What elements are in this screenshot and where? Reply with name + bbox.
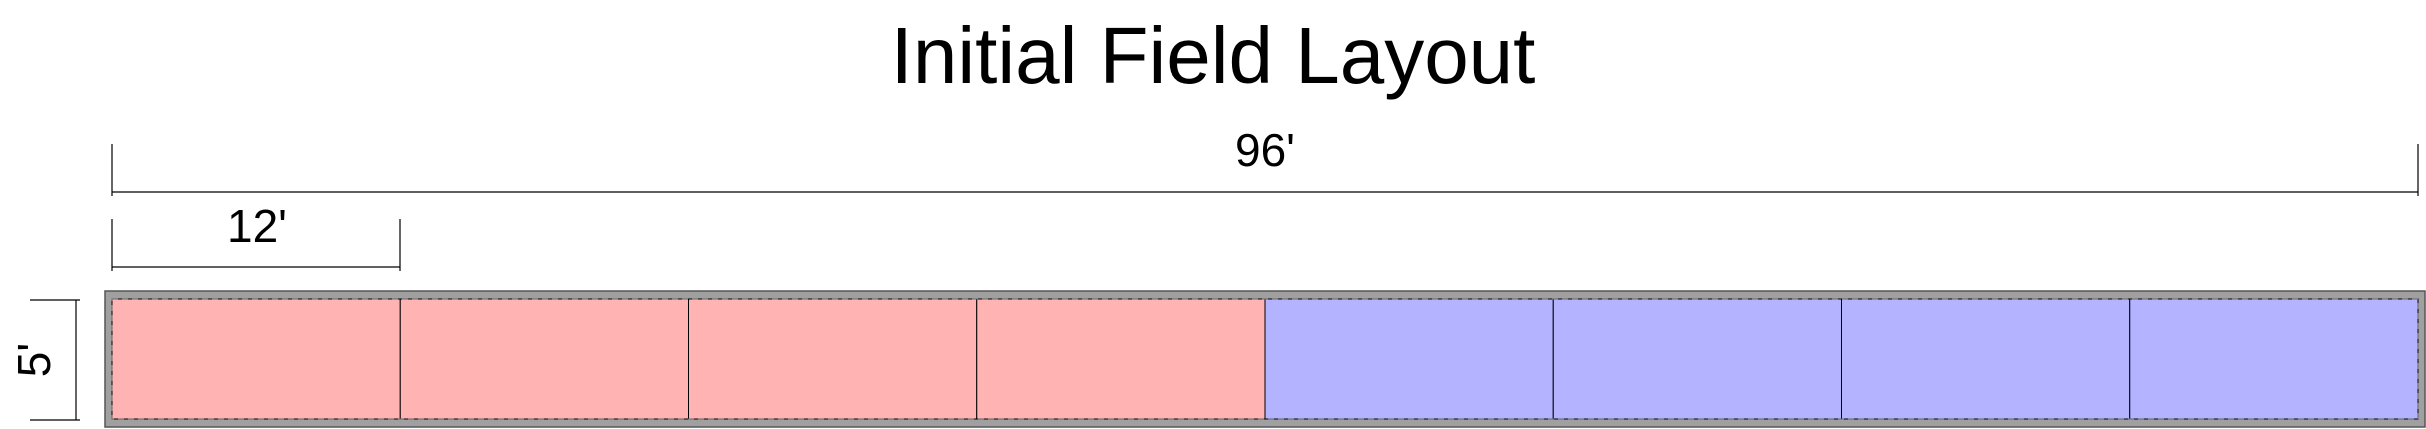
total-length-dimension: 96' — [111, 124, 2419, 196]
plot-3-red — [688, 298, 978, 420]
plot-1-red — [111, 298, 401, 420]
plot-5-blue — [1264, 298, 1554, 420]
plot-length-label: 12' — [227, 200, 287, 252]
field-width-dimension: 5' — [8, 299, 80, 421]
field-width-label: 5' — [8, 343, 60, 377]
plot-4-red — [976, 298, 1266, 420]
field-layout-diagram: 96' 12' 5' — [8, 124, 2426, 428]
plot-8-blue — [2129, 298, 2419, 420]
plot-6-blue — [1552, 298, 1842, 420]
plot-2-red — [399, 298, 689, 420]
plots-group — [111, 298, 2419, 420]
plot-7-blue — [1841, 298, 2131, 420]
field — [104, 290, 2426, 428]
plot-length-dimension: 12' — [111, 200, 401, 271]
total-length-label: 96' — [1235, 124, 1295, 176]
